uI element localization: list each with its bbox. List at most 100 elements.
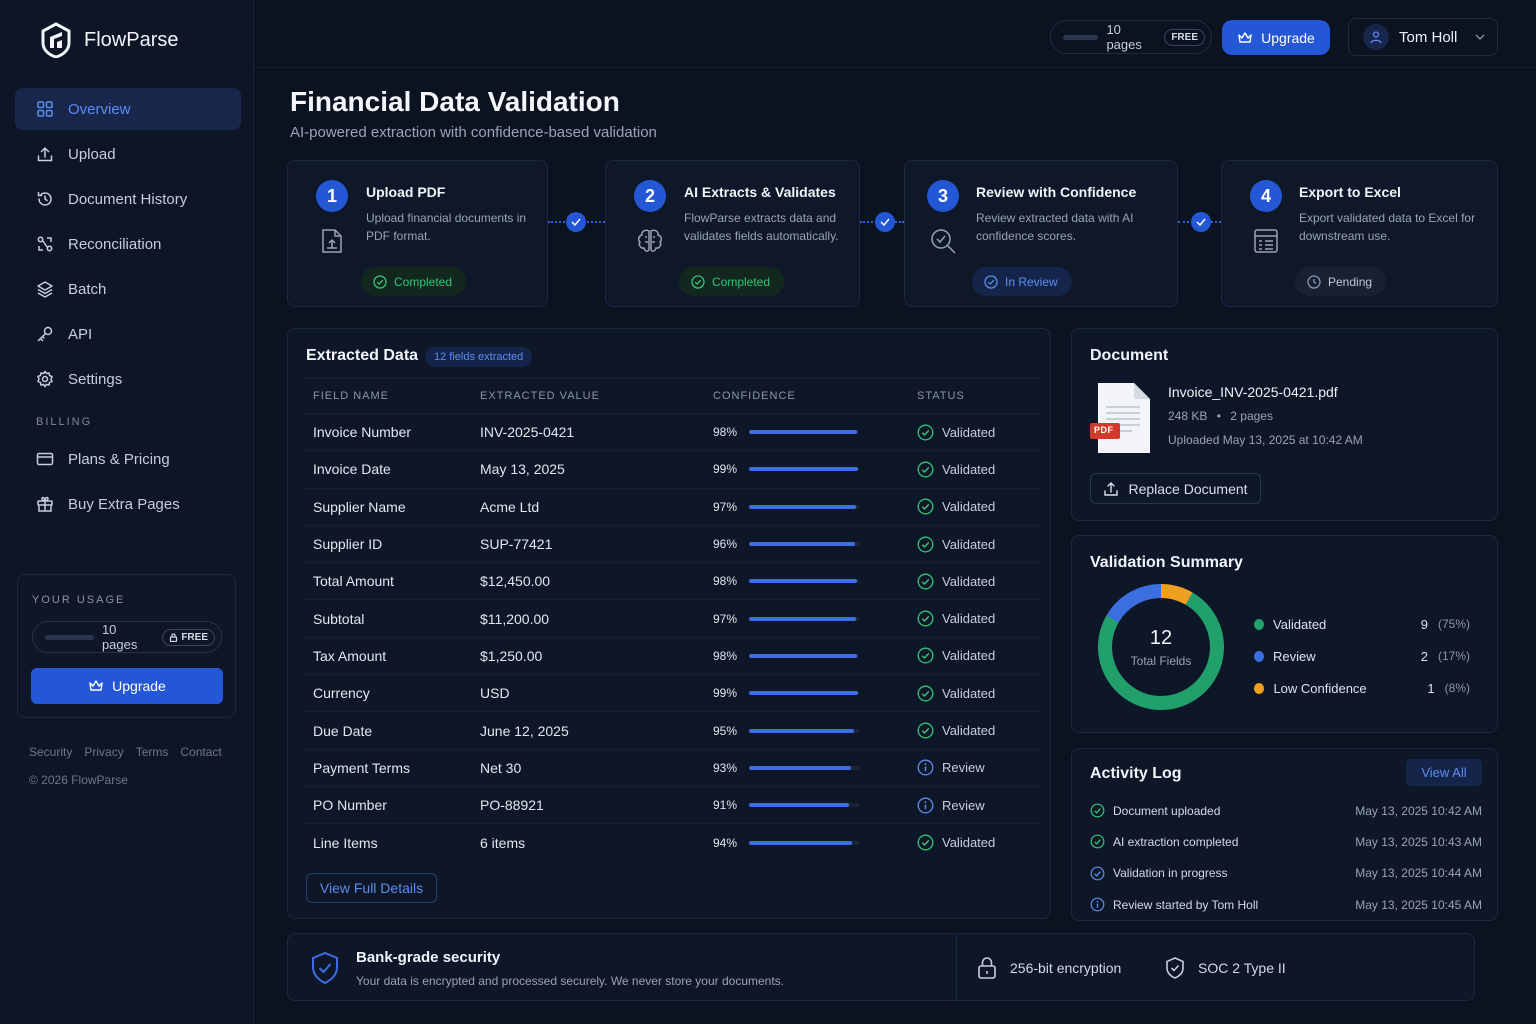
table-row[interactable]: Invoice Number INV-2025-0421 98% Validated [304,413,1040,452]
feature-label: 256-bit encryption [1010,960,1122,976]
crown-icon [1237,31,1253,45]
upload-icon [36,145,54,163]
status-label: Validated [942,424,996,440]
check-circle-icon [917,573,934,590]
field-name: Supplier ID [304,525,471,564]
sidebar-item-label: Plans & Pricing [68,450,170,468]
lock-small-icon [170,632,178,642]
table-row[interactable]: Supplier Name Acme Ltd 97% Validated [304,488,1040,526]
table-row[interactable]: Total Amount $12,450.00 98% Validated [304,562,1040,601]
sidebar: FlowParse Overview Upload Document Histo… [0,0,254,1024]
sidebar-item-settings[interactable]: Settings [15,358,241,400]
top-usage-pill[interactable]: 10 pages FREE [1050,20,1212,54]
step-description: FlowParse extracts data and validates fi… [684,211,839,243]
activity-time: May 13, 2025 10:43 AM [1355,834,1482,849]
sidebar-item-reconciliation[interactable]: Reconciliation [15,223,241,265]
activity-text: Document uploaded [1113,803,1221,818]
status-cell: Validated [908,599,1040,638]
status-cell: Validated [908,413,1040,452]
replace-document-button[interactable]: Replace Document [1090,473,1261,504]
status-label: Review [942,797,985,813]
step-status-label: Completed [712,274,771,289]
field-name: Currency [304,674,471,713]
confidence-bar [749,467,859,472]
confidence-cell: 98% [704,413,908,452]
legend-dot [1254,682,1265,694]
app-logo[interactable]: FlowParse [40,22,178,58]
security-title: Bank-grade security [356,949,501,966]
confidence-cell: 94% [704,824,908,861]
legend-label: Review [1273,648,1316,664]
progress-circle-icon [1090,866,1105,881]
top-upgrade-button[interactable]: Upgrade [1222,20,1330,55]
status-cell: Validated [908,562,1040,601]
confidence-value: 95% [713,723,738,738]
step-number: 2 [634,180,666,212]
field-name: Tax Amount [304,637,471,676]
sidebar-item-overview[interactable]: Overview [15,88,241,130]
table-row[interactable]: Payment Terms Net 30 93% Review [304,749,1040,787]
donut-legend: Validated 9 (75%) Review 2 (17%) Low Confidenc… [1254,608,1470,704]
status-cell: Validated [908,711,1040,750]
field-name: Subtotal [304,599,471,638]
usage-card: YOUR USAGE 10 pages FREE Upgrade [17,574,236,718]
check-circle-icon [691,274,705,289]
sidebar-item-document-history[interactable]: Document History [15,178,241,220]
validation-summary-panel: Validation Summary 12 Total Fields Valid… [1071,535,1498,733]
table-row[interactable]: Subtotal $11,200.00 97% Validated [304,599,1040,638]
status-label: Validated [942,573,996,589]
check-circle-icon [917,722,934,739]
legend-item: Validated 9 (75%) [1254,608,1470,640]
confidence-bar-fill [749,616,856,621]
usage-pill: 10 pages FREE [32,621,222,653]
check-circle-icon [917,647,934,664]
footer-link-contact[interactable]: Contact [180,745,221,759]
extracted-value: June 12, 2025 [471,711,704,750]
extracted-value: PO-88921 [471,786,704,825]
sidebar-item-plans-pricing[interactable]: Plans & Pricing [15,438,241,480]
sidebar-item-label: Batch [68,280,107,298]
replace-label: Replace Document [1128,480,1248,497]
activity-time: May 13, 2025 10:42 AM [1355,803,1482,818]
table-row[interactable]: Tax Amount $1,250.00 98% Validated [304,637,1040,676]
table-row[interactable]: Currency USD 99% Validated [304,674,1040,713]
view-full-details-button[interactable]: View Full Details [306,873,437,903]
sidebar-upgrade-button[interactable]: Upgrade [31,668,223,704]
view-all-button[interactable]: View All [1406,759,1482,786]
usage-title: YOUR USAGE [32,594,126,606]
table-row[interactable]: Due Date June 12, 2025 95% Validated [304,711,1040,750]
column-header: STATUS [908,378,1040,414]
table-row[interactable]: Line Items 6 items 94% Validated [304,824,1040,861]
extracted-value: Net 30 [471,749,704,787]
footer-link-privacy[interactable]: Privacy [84,745,123,759]
table-row[interactable]: Supplier ID SUP-77421 96% Validated [304,525,1040,564]
confidence-value: 98% [713,648,738,663]
panel-title: Validation Summary [1090,554,1243,571]
footer-link-terms[interactable]: Terms [136,745,169,759]
sidebar-item-upload[interactable]: Upload [15,133,241,175]
sidebar-item-buy-extra-pages[interactable]: Buy Extra Pages [15,483,241,525]
confidence-bar-fill [749,691,858,696]
confidence-cell: 96% [704,525,908,564]
table-body: Invoice Number INV-2025-0421 98% Validated I… [304,413,1040,862]
table-row[interactable]: Invoice Date May 13, 2025 99% Validated [304,450,1040,489]
column-header: EXTRACTED VALUE [471,378,704,414]
user-menu[interactable]: Tom Holl [1348,18,1498,56]
table-row[interactable]: PO Number PO-88921 91% Review [304,786,1040,825]
sidebar-item-batch[interactable]: Batch [15,268,241,310]
document-file-name[interactable]: Invoice_INV-2025-0421.pdf [1168,384,1338,400]
step-title: AI Extracts & Validates [684,184,836,200]
check-circle-icon [917,536,934,553]
shield-icon [310,951,340,985]
confidence-value: 98% [713,574,738,589]
extracted-value: 6 items [480,834,526,851]
upgrade-label: Upgrade [112,678,166,694]
confidence-bar [749,653,859,658]
check-circle-icon [917,834,934,851]
sidebar-item-api[interactable]: API [15,313,241,355]
extracted-value: May 13, 2025 [471,450,704,489]
legend-item: Low Confidence 1 (8%) [1254,672,1470,704]
footer-link-security[interactable]: Security [29,745,72,759]
connector-check-icon [566,212,586,232]
confidence-bar-fill [749,653,857,658]
